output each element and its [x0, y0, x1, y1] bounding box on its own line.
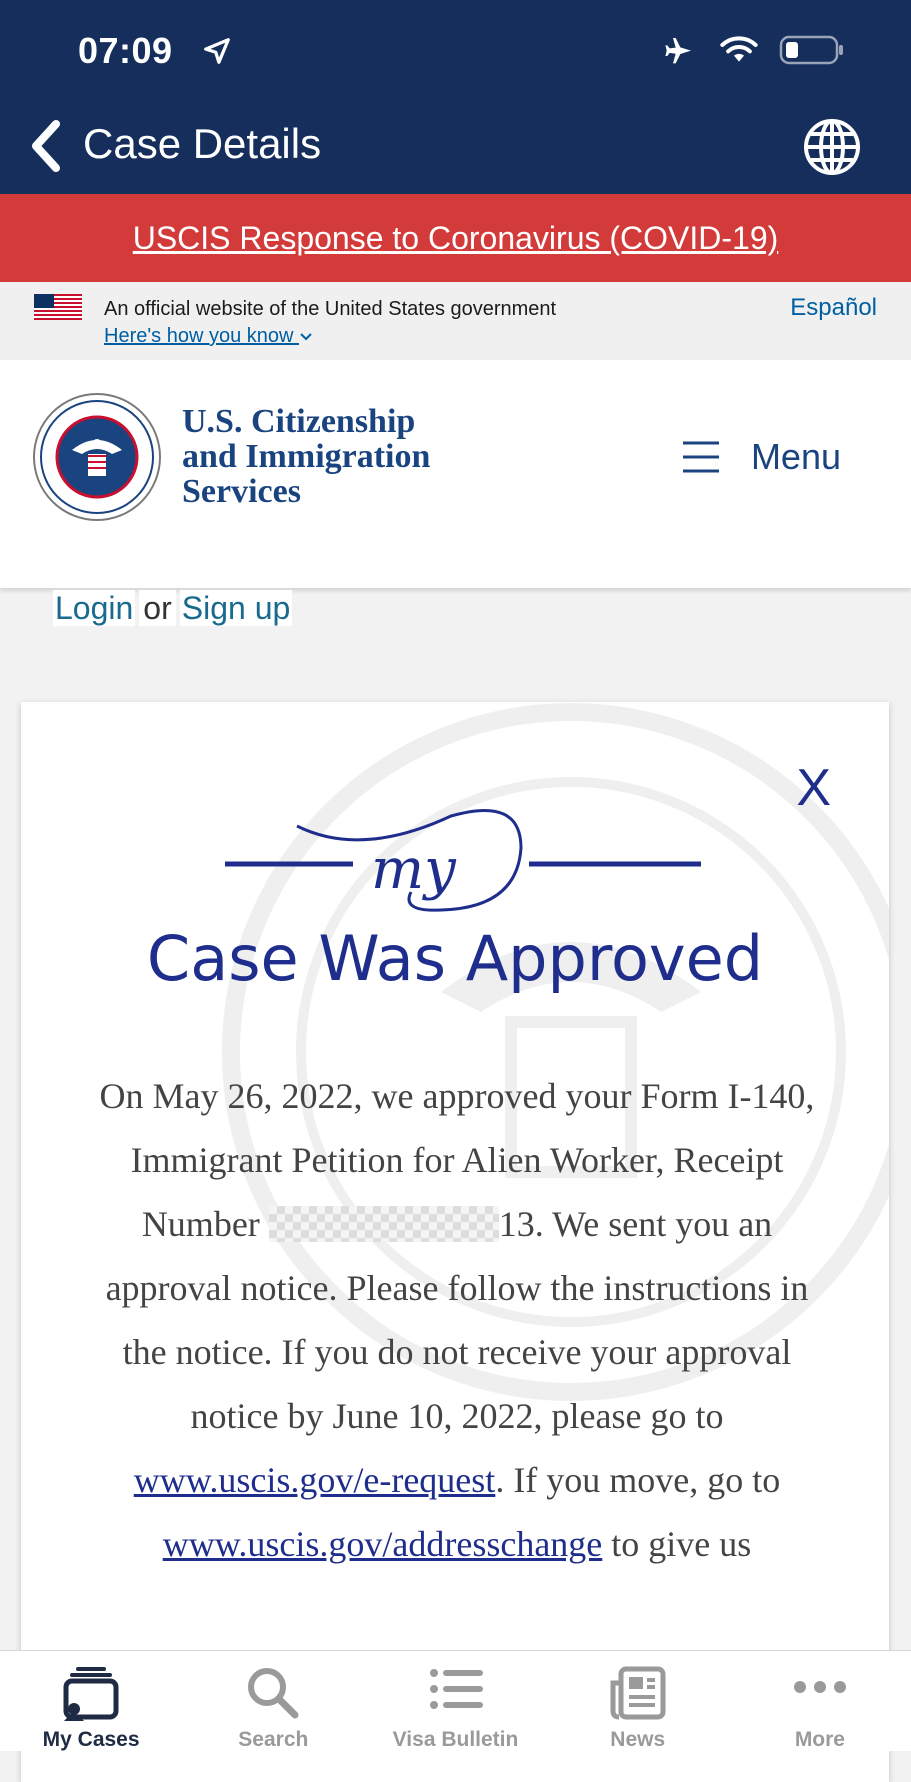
agency-name[interactable]: U.S. Citizenship and Immigration Service… [182, 404, 430, 509]
tab-label-visa-bulletin: Visa Bulletin [392, 1728, 519, 1751]
tab-visa-bulletin[interactable]: Visa Bulletin [364, 1651, 546, 1751]
receipt-suffix: 13. [498, 1204, 544, 1244]
status-time: 07:09 [78, 30, 173, 71]
tab-label-more: More [794, 1728, 845, 1751]
case-status-card: X my Case Was Approved On May 26, 2022, … [21, 702, 889, 1782]
espanol-link[interactable]: Español [790, 294, 877, 322]
tab-label-my-cases: My Cases [42, 1728, 140, 1751]
tab-news[interactable]: News [547, 1651, 729, 1751]
tab-label-search: Search [238, 1728, 309, 1751]
hamburger-icon [682, 441, 719, 473]
tab-search[interactable]: Search [182, 1651, 364, 1751]
how-you-know-link[interactable]: Here's how you know [104, 325, 313, 348]
cases-icon [63, 1667, 119, 1721]
address-change-link[interactable]: www.uscis.gov/addresschange [163, 1524, 603, 1564]
body-part-3: . If you move, go to [495, 1460, 781, 1500]
agency-line-1: U.S. Citizenship [182, 403, 416, 440]
us-flag-icon [34, 294, 82, 320]
covid-banner: USCIS Response to Coronavirus (COVID-19) [0, 194, 911, 282]
airplane-icon [665, 38, 691, 64]
official-gov-banner: An official website of the United States… [0, 282, 911, 360]
location-arrow-icon [204, 38, 230, 64]
search-icon [248, 1668, 299, 1719]
tab-more[interactable]: More [729, 1651, 911, 1751]
nav-bar: Case Details [0, 110, 911, 194]
e-request-link[interactable]: www.uscis.gov/e-request [134, 1460, 496, 1500]
nav-title: Case Details [83, 120, 322, 167]
back-chevron-icon[interactable] [26, 116, 66, 176]
news-icon [610, 1666, 666, 1720]
menu-label: Menu [750, 436, 841, 477]
signup-link[interactable]: Sign up [179, 590, 293, 626]
app-header: 07:09 Case Details [0, 0, 911, 194]
body-part-4: to give us [602, 1524, 752, 1564]
or-text: or [139, 590, 176, 626]
agency-line-2: and Immigration [182, 438, 431, 475]
tab-bar: My Cases Search Visa Bulletin News More [0, 1650, 911, 1751]
case-status-title: Case Was Approved [146, 922, 764, 995]
how-you-know-label: Here's how you know [104, 325, 294, 347]
official-text: An official website of the United States… [104, 298, 557, 320]
globe-icon[interactable] [801, 116, 863, 178]
my-uscis-logo: my [225, 808, 701, 912]
dhs-seal-logo[interactable] [32, 392, 162, 522]
my-script-text: my [371, 837, 457, 902]
menu-button[interactable]: Menu [681, 436, 841, 478]
chevron-down-icon [300, 333, 312, 341]
close-button[interactable]: X [796, 758, 831, 818]
tab-label-news: News [610, 1728, 666, 1751]
wifi-icon [720, 36, 758, 62]
battery-icon [779, 35, 843, 65]
tab-my-cases[interactable]: My Cases [0, 1651, 182, 1751]
agency-line-3: Services [182, 473, 301, 510]
more-icon [793, 1681, 846, 1693]
status-icons [659, 34, 845, 66]
list-icon [429, 1669, 483, 1709]
covid-link[interactable]: USCIS Response to Coronavirus (COVID-19) [133, 220, 779, 257]
login-link[interactable]: Login [53, 590, 136, 626]
case-description: On May 26, 2022, we approved your Form I… [83, 1064, 831, 1576]
redacted-receipt-number [268, 1206, 499, 1242]
auth-links: Login or Sign up [53, 590, 293, 627]
site-header: U.S. Citizenship and Immigration Service… [0, 360, 911, 588]
